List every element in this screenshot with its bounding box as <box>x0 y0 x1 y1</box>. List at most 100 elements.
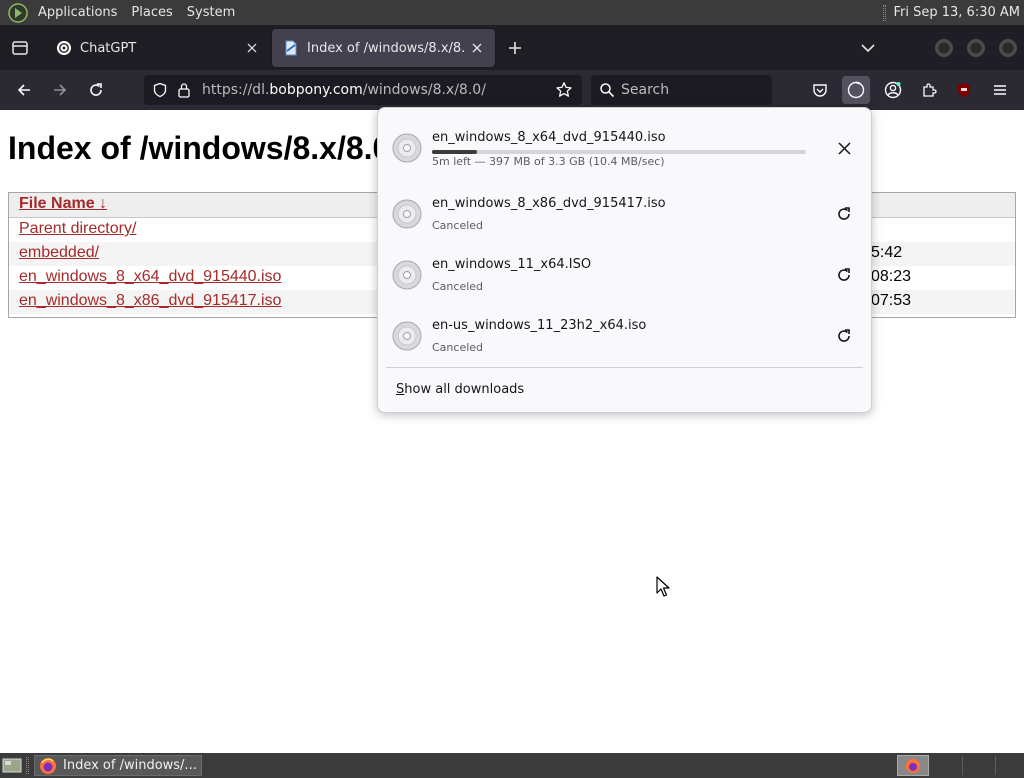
download-status: Canceled <box>432 219 484 232</box>
file-date: 08:23 <box>871 268 912 285</box>
top-panel: Applications Places System Fri Sep 13, 6… <box>0 0 1024 25</box>
taskbar-window-title: Index of /windows/... <box>63 758 197 773</box>
download-item[interactable]: en_windows_8_x86_dvd_915417.iso Canceled <box>386 186 863 242</box>
download-filename: en-us_windows_11_23h2_x64.iso <box>432 318 647 333</box>
bookmark-star-icon[interactable] <box>552 78 576 102</box>
disc-image-icon <box>392 199 422 229</box>
firefox-icon <box>905 758 921 773</box>
downloads-panel: en_windows_8_x64_dvd_915440.iso 5m left … <box>377 107 872 413</box>
download-filename: en_windows_8_x86_dvd_915417.iso <box>432 196 666 211</box>
lock-icon[interactable] <box>172 78 196 102</box>
downloads-button[interactable] <box>842 76 870 104</box>
file-date: 5:42 <box>871 244 903 261</box>
panel-divider <box>386 367 863 368</box>
show-all-downloads-button[interactable]: Show all downloads <box>396 382 524 397</box>
forward-button[interactable] <box>46 76 74 104</box>
close-icon <box>472 43 482 53</box>
hamburger-menu-icon <box>994 85 1006 95</box>
tracking-protection-icon[interactable] <box>148 78 172 102</box>
file-link[interactable]: embedded/ <box>19 244 99 262</box>
file-link[interactable]: en_windows_8_x86_dvd_915417.iso <box>19 292 281 310</box>
pocket-button[interactable] <box>806 76 834 104</box>
taskbar-window-button[interactable]: Index of /windows/... <box>34 755 202 776</box>
url-host: bobpony.com <box>269 82 363 98</box>
tab-close-button[interactable] <box>465 36 489 60</box>
close-icon <box>837 141 851 155</box>
window-maximize-button[interactable] <box>967 39 985 57</box>
reload-icon <box>90 83 102 96</box>
firefox-view-icon <box>12 41 28 55</box>
clock[interactable]: Fri Sep 13, 6:30 AM <box>894 5 1024 20</box>
arrow-right-icon <box>54 84 67 96</box>
column-header-filename[interactable]: File Name ↓ <box>19 195 107 213</box>
chatgpt-favicon-icon <box>57 41 71 55</box>
firefox-icon <box>40 757 56 774</box>
disc-image-icon <box>392 321 422 351</box>
retry-icon <box>838 207 850 220</box>
disc-image-icon <box>392 133 422 163</box>
puzzle-piece-icon <box>923 83 937 97</box>
download-progress-icon <box>847 81 865 99</box>
retry-icon <box>838 329 850 342</box>
retry-download-button[interactable] <box>831 262 857 288</box>
tab-title: ChatGPT <box>80 40 137 56</box>
app-menu-button[interactable] <box>986 76 1014 104</box>
show-all-label: how all downloads <box>404 382 525 397</box>
reload-button[interactable] <box>82 76 110 104</box>
download-item[interactable]: en-us_windows_11_23h2_x64.iso Canceled <box>386 308 863 364</box>
window-close-button[interactable] <box>999 39 1017 57</box>
panel-menu-bar: Applications Places System <box>0 0 242 25</box>
navigation-toolbar: https://dl.bobpony.com/windows/8.x/8.0/ … <box>0 70 1024 110</box>
workspace-switcher-3[interactable] <box>995 756 996 775</box>
window-minimize-button[interactable] <box>935 39 953 57</box>
download-filename: en_windows_8_x64_dvd_915440.iso <box>432 130 666 145</box>
url-text[interactable]: https://dl.bobpony.com/windows/8.x/8.0/ <box>202 82 486 98</box>
clock-area: Fri Sep 13, 6:30 AM <box>882 0 1024 25</box>
tab-chatgpt[interactable]: ChatGPT <box>45 29 270 67</box>
menu-system[interactable]: System <box>180 0 242 25</box>
menu-places[interactable]: Places <box>124 0 179 25</box>
download-progress-fill <box>432 150 477 154</box>
tab-close-button[interactable] <box>240 36 264 60</box>
tab-title: Index of /windows/8.x/8.0/ <box>307 40 465 56</box>
search-bar[interactable]: Search <box>591 75 772 105</box>
list-all-tabs-button[interactable] <box>853 33 883 63</box>
url-path: /windows/8.x/8.0/ <box>362 82 486 98</box>
menu-applications[interactable]: Applications <box>31 0 124 25</box>
back-button[interactable] <box>10 76 38 104</box>
workspace-switcher-2[interactable] <box>962 756 963 775</box>
download-status: 5m left — 397 MB of 3.3 GB (10.4 MB/sec) <box>432 155 665 168</box>
file-link[interactable]: en_windows_8_x64_dvd_915440.iso <box>19 268 281 286</box>
download-status: Canceled <box>432 341 484 354</box>
download-status: Canceled <box>432 280 484 293</box>
account-button[interactable] <box>879 76 907 104</box>
ublock-origin-icon <box>958 83 970 97</box>
show-desktop-icon[interactable] <box>2 756 22 775</box>
taskbar-separator <box>26 757 29 774</box>
search-placeholder: Search <box>621 82 670 98</box>
file-date: 07:53 <box>871 292 912 309</box>
retry-download-button[interactable] <box>831 201 857 227</box>
url-bar[interactable]: https://dl.bobpony.com/windows/8.x/8.0/ <box>144 75 582 105</box>
ublock-origin-button[interactable] <box>950 76 978 104</box>
url-scheme: https://dl. <box>202 82 270 98</box>
download-filename: en_windows_11_x64.ISO <box>432 257 592 272</box>
download-item[interactable]: en_windows_8_x64_dvd_915440.iso 5m left … <box>386 120 863 176</box>
new-tab-button[interactable] <box>500 33 530 63</box>
panel-grip <box>882 4 886 21</box>
cancel-download-button[interactable] <box>831 135 857 161</box>
account-icon <box>884 81 902 99</box>
retry-download-button[interactable] <box>831 323 857 349</box>
pocket-icon <box>813 84 827 97</box>
extensions-button[interactable] <box>915 76 943 104</box>
file-link[interactable]: Parent directory/ <box>19 220 136 238</box>
workspace-switcher-1[interactable] <box>897 755 929 776</box>
download-item[interactable]: en_windows_11_x64.ISO Canceled <box>386 247 863 303</box>
firefox-view-button[interactable] <box>0 35 40 61</box>
tab-strip: ChatGPT Index of /windows/8.x/8.0/ <box>0 25 1024 70</box>
plus-icon <box>509 42 521 54</box>
page-title: Index of /windows/8.x/8.0/ <box>8 130 400 166</box>
document-favicon-icon <box>285 40 297 56</box>
tab-index-of-windows[interactable]: Index of /windows/8.x/8.0/ <box>272 29 495 67</box>
distro-logo-icon[interactable] <box>8 2 28 23</box>
